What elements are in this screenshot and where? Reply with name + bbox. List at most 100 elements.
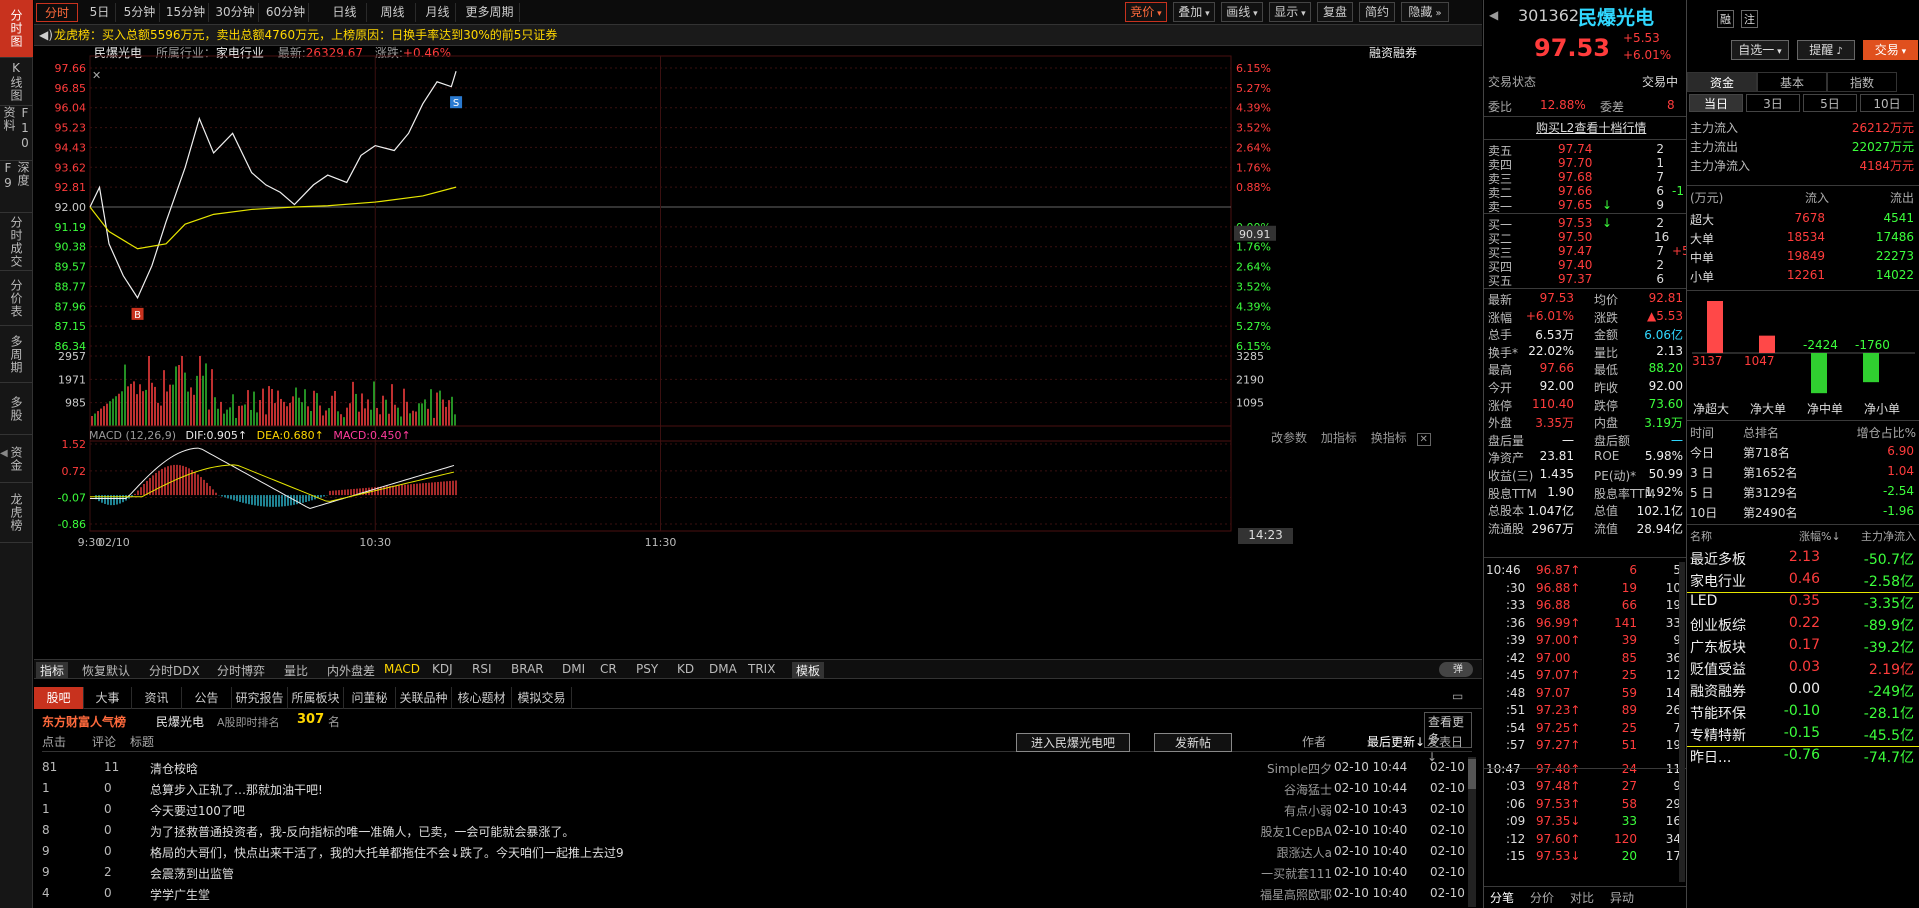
tick-tab-1[interactable]: 分价 bbox=[1530, 889, 1554, 906]
flow-period-2[interactable]: 5日 bbox=[1803, 94, 1857, 112]
close-chart-icon[interactable]: ✕ bbox=[92, 69, 101, 82]
indicator-tab-14[interactable]: DMA bbox=[709, 662, 737, 676]
guba-tab-6[interactable]: 问董秘 bbox=[344, 687, 396, 709]
sidebar-item-9[interactable]: 龙虎榜 bbox=[0, 483, 33, 543]
sidebar-item-1[interactable]: K线图 bbox=[0, 58, 33, 106]
toolbar-btn-4[interactable]: 复盘 bbox=[1317, 2, 1353, 22]
post-title[interactable]: 为了拯救普通投资者，我-反向指标的唯一准确人，已卖，一会可能就会暴涨了。 bbox=[150, 823, 574, 840]
guba-tab-8[interactable]: 核心题材 bbox=[452, 687, 512, 709]
post-author[interactable]: 谷海猛士 bbox=[1284, 781, 1332, 798]
trade-button[interactable]: 交易 ▾ bbox=[1863, 40, 1918, 60]
post-row[interactable]: 9 2 会震荡到出监管 一买就套111 02-10 10:40 02-10 bbox=[42, 862, 1482, 883]
sidebar-item-4[interactable]: 分时成交 bbox=[0, 213, 33, 271]
period-tab-5[interactable]: 60分钟 bbox=[263, 3, 309, 22]
guba-tab-3[interactable]: 公告 bbox=[182, 687, 232, 709]
sector-row[interactable]: 广东板块 0.17 -39.2亿 bbox=[1687, 636, 1919, 658]
indicator-tab-16[interactable]: 模板 bbox=[792, 662, 825, 679]
post-row[interactable]: 1 0 今天要过100了吧 有点小弱 02-10 10:43 02-10 bbox=[42, 799, 1482, 820]
indicator-tab-7[interactable]: KDJ bbox=[432, 662, 453, 676]
toolbar-btn-2[interactable]: 画线 ▾ bbox=[1221, 2, 1263, 22]
post-author[interactable]: 有点小弱 bbox=[1284, 802, 1332, 819]
collapse-arrow-icon[interactable]: ◀ bbox=[0, 448, 8, 459]
toolbar-btn-5[interactable]: 简约 bbox=[1359, 2, 1395, 22]
post-row[interactable]: 1 0 总算步入正轨了…那就加油干吧! 谷海猛士 02-10 10:44 02-10 bbox=[42, 778, 1482, 799]
period-tab-0[interactable]: 分时 bbox=[36, 3, 78, 22]
guba-tab-2[interactable]: 资讯 bbox=[132, 687, 182, 709]
post-title[interactable]: 总算步入正轨了…那就加油干吧! bbox=[150, 781, 323, 798]
post-title[interactable]: 今天要过100了吧 bbox=[150, 802, 245, 819]
watchlist-button[interactable]: 自选一 ▾ bbox=[1731, 40, 1789, 60]
sidebar-item-6[interactable]: 多周期 bbox=[0, 326, 33, 383]
tick-scrollbar[interactable] bbox=[1679, 562, 1685, 882]
post-row[interactable]: 81 11 清仓桉晗 Simple四夕 02-10 10:44 02-10 bbox=[42, 757, 1482, 778]
prev-stock-icon[interactable]: ◀ bbox=[1489, 8, 1498, 22]
indicator-tab-4[interactable]: 量比 bbox=[284, 662, 308, 679]
period-tab-3[interactable]: 15分钟 bbox=[163, 3, 209, 22]
toolbar-btn-6[interactable]: 隐藏 » bbox=[1401, 2, 1449, 22]
indicator-tab-8[interactable]: RSI bbox=[472, 662, 492, 676]
add-indicator-button[interactable]: 加指标 bbox=[1321, 431, 1357, 445]
guba-scrollbar[interactable] bbox=[1468, 757, 1476, 907]
l2-link[interactable]: 购买L2查看十档行情 bbox=[1536, 119, 1646, 136]
tick-tab-3[interactable]: 异动 bbox=[1610, 889, 1634, 906]
sidebar-item-7[interactable]: 多股 bbox=[0, 383, 33, 435]
bid-row[interactable]: 买五 97.37 6 bbox=[1484, 271, 1687, 288]
indicator-tab-9[interactable]: BRAR bbox=[511, 662, 544, 676]
zhu-icon[interactable]: 注 bbox=[1741, 10, 1758, 28]
switch-indicator-button[interactable]: 换指标 bbox=[1371, 431, 1407, 445]
sector-row[interactable]: 创业板综 0.22 -89.9亿 bbox=[1687, 614, 1919, 636]
tick-tab-0[interactable]: 分笔 bbox=[1490, 889, 1514, 906]
sector-row[interactable]: 专精特新 -0.15 -45.5亿 bbox=[1687, 724, 1919, 746]
sector-row[interactable]: 昨日... -0.76 -74.7亿 bbox=[1687, 746, 1919, 768]
guba-tab-1[interactable]: 大事 bbox=[84, 687, 132, 709]
sidebar-item-5[interactable]: 分价表 bbox=[0, 271, 33, 326]
post-title[interactable]: 清仓桉晗 bbox=[150, 760, 198, 777]
sidebar-item-3[interactable]: 深度F9 bbox=[0, 161, 33, 213]
remind-button[interactable]: 提醒 ♪ bbox=[1797, 40, 1855, 60]
intraday-chart-area[interactable]: 民爆光电 所属行业：家电行业 最新:26329.67 涨跌:+0.46% 融资融… bbox=[34, 46, 1482, 659]
sector-row[interactable]: 融资融券 0.00 -249亿 bbox=[1687, 680, 1919, 702]
post-title[interactable]: 格局的大哥们，快点出来干活了，我的大托单都拖住不会↓跌了。今天咱们一起推上去过9 bbox=[150, 844, 624, 861]
indicator-tab-2[interactable]: 分时DDX bbox=[149, 662, 200, 679]
indicator-tab-12[interactable]: PSY bbox=[636, 662, 658, 676]
guba-tab-4[interactable]: 研究报告 bbox=[232, 687, 288, 709]
toolbar-btn-3[interactable]: 显示 ▾ bbox=[1269, 2, 1311, 22]
flow-tab-1[interactable]: 基本 bbox=[1757, 72, 1827, 92]
sector-row[interactable]: 家电行业 0.46 -2.58亿 bbox=[1687, 570, 1919, 592]
indicator-tab-5[interactable]: 内外盘差 bbox=[327, 662, 375, 679]
flow-tab-2[interactable]: 指数 bbox=[1827, 72, 1897, 92]
post-author[interactable]: 跟涨达人a bbox=[1277, 844, 1332, 861]
post-row[interactable]: 9 0 格局的大哥们，快点出来干活了，我的大托单都拖住不会↓跌了。今天咱们一起推上去… bbox=[42, 841, 1482, 862]
period-tab-6[interactable]: 日线 bbox=[323, 3, 367, 22]
post-author[interactable]: 福星高照欧耶 bbox=[1260, 886, 1332, 903]
new-post-button[interactable]: 发新帖 bbox=[1154, 733, 1233, 752]
post-author[interactable]: 股友1CepBA bbox=[1261, 823, 1332, 840]
flow-period-0[interactable]: 当日 bbox=[1689, 94, 1743, 112]
ask-row[interactable]: 卖一 97.65 ↓ 9 bbox=[1484, 197, 1687, 214]
period-tab-7[interactable]: 周线 bbox=[370, 3, 416, 22]
toolbar-btn-1[interactable]: 叠加 ▾ bbox=[1173, 2, 1215, 22]
post-title[interactable]: 学学广生堂 bbox=[150, 886, 210, 903]
guba-tab-7[interactable]: 关联品种 bbox=[396, 687, 452, 709]
guba-tab-0[interactable]: 股吧 bbox=[34, 687, 84, 709]
indicator-tab-11[interactable]: CR bbox=[600, 662, 617, 676]
toggle-switch[interactable]: 弹 bbox=[1439, 662, 1473, 677]
guba-tab-5[interactable]: 所属板块 bbox=[288, 687, 344, 709]
change-param-button[interactable]: 改参数 bbox=[1271, 431, 1307, 445]
flow-period-3[interactable]: 10日 bbox=[1860, 94, 1914, 112]
sector-row[interactable]: 贬值受益 0.03 2.19亿 bbox=[1687, 658, 1919, 680]
enter-bar-button[interactable]: 进入民爆光电吧 bbox=[1016, 733, 1131, 752]
dragon-tiger-notice[interactable]: ◀) 龙虎榜：买入总额5596万元，卖出总额4760万元，上榜原因：日换手率达到… bbox=[34, 25, 1482, 46]
post-title[interactable]: 会震荡到出监管 bbox=[150, 865, 234, 882]
post-row[interactable]: 4 0 学学广生堂 福星高照欧耶 02-10 10:40 02-10 bbox=[42, 883, 1482, 904]
sidebar-item-2[interactable]: F10资料 bbox=[0, 106, 33, 161]
indicator-tab-13[interactable]: KD bbox=[677, 662, 694, 676]
indicator-tab-6[interactable]: MACD bbox=[384, 662, 420, 676]
expand-icon[interactable]: ▭ bbox=[1452, 689, 1463, 703]
flow-period-1[interactable]: 3日 bbox=[1746, 94, 1800, 112]
period-tab-2[interactable]: 5分钟 bbox=[120, 3, 160, 22]
close-icon[interactable]: ✕ bbox=[1416, 433, 1431, 446]
period-tab-1[interactable]: 5日 bbox=[84, 3, 116, 22]
post-author[interactable]: 一买就套111 bbox=[1261, 865, 1332, 882]
guba-tab-9[interactable]: 模拟交易 bbox=[512, 687, 572, 709]
